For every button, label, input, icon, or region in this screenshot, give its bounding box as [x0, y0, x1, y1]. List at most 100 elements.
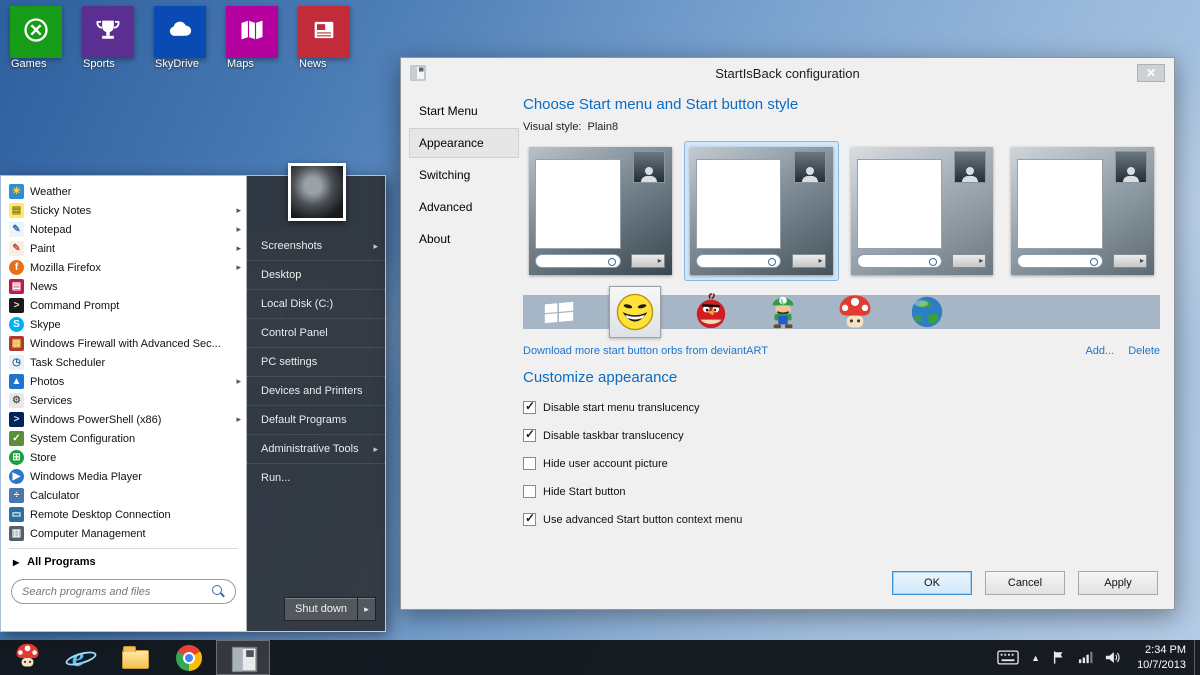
start-menu-item-notepad[interactable]: ✎Notepad — [1, 220, 246, 239]
tile-sports[interactable]: Sports — [82, 6, 134, 58]
internet-explorer-button[interactable]: e — [54, 640, 108, 675]
checkbox[interactable] — [523, 513, 536, 526]
awesome-smiley-orb[interactable] — [609, 286, 661, 338]
preview-shutdown-button — [952, 254, 986, 268]
start-menu-item-photos[interactable]: ▲Photos — [1, 372, 246, 391]
windows-logo-orb[interactable] — [537, 290, 581, 334]
nav-appearance[interactable]: Appearance — [409, 128, 519, 158]
start-menu-item-devices-printers[interactable]: Devices and Printers — [247, 377, 385, 406]
style-thumbnail-3[interactable] — [845, 141, 1000, 281]
nav-advanced[interactable]: Advanced — [409, 192, 519, 222]
start-menu-item-pc-settings[interactable]: PC settings — [247, 348, 385, 377]
start-menu-preview — [529, 147, 672, 275]
start-menu-item-powershell[interactable]: >Windows PowerShell (x86) — [1, 410, 246, 429]
search-box[interactable] — [11, 579, 236, 604]
start-menu-item-firefox[interactable]: fMozilla Firefox — [1, 258, 246, 277]
checkbox[interactable] — [523, 429, 536, 442]
start-menu-item-desktop[interactable]: Desktop — [247, 261, 385, 290]
start-button[interactable] — [0, 640, 54, 675]
network-icon[interactable] — [1078, 650, 1093, 665]
download-orbs-link[interactable]: Download more start button orbs from dev… — [523, 345, 768, 357]
start-menu-item-local-disk[interactable]: Local Disk (C:) — [247, 290, 385, 319]
option-hide-start-button[interactable]: Hide Start button — [523, 485, 1160, 498]
option-disable-startmenu-translucency[interactable]: Disable start menu translucency — [523, 401, 1160, 414]
titlebar[interactable]: StartIsBack configuration ✕ — [401, 58, 1174, 88]
start-menu-item-services[interactable]: ⚙Services — [1, 391, 246, 410]
start-menu-item-default-programs[interactable]: Default Programs — [247, 406, 385, 435]
start-menu-item-administrative-tools[interactable]: Administrative Tools — [247, 435, 385, 464]
globe-orb[interactable] — [905, 290, 949, 334]
command-prompt-icon: > — [9, 298, 24, 313]
super-mushroom-orb[interactable] — [833, 290, 877, 334]
tile-games[interactable]: Games — [10, 6, 62, 58]
start-menu-item-weather[interactable]: ☀Weather — [1, 182, 246, 201]
nav-switching[interactable]: Switching — [409, 160, 519, 190]
chrome-button[interactable] — [162, 640, 216, 675]
startisback-icon — [231, 646, 255, 670]
touch-keyboard-icon[interactable] — [997, 650, 1019, 665]
angry-bird-orb[interactable] — [689, 290, 733, 334]
start-menu-item-skype[interactable]: SSkype — [1, 315, 246, 334]
checkbox[interactable] — [523, 457, 536, 470]
mushroom-start-icon — [14, 642, 41, 674]
show-hidden-icons-chevron[interactable]: ▲ — [1031, 653, 1040, 663]
style-thumbnail-4[interactable] — [1005, 141, 1160, 281]
nav-start-menu[interactable]: Start Menu — [409, 96, 519, 126]
tile-skydrive[interactable]: SkyDrive — [154, 6, 206, 58]
remote-desktop-icon: ▭ — [9, 507, 24, 522]
show-desktop-button[interactable] — [1194, 640, 1200, 675]
tile-maps[interactable]: Maps — [226, 6, 278, 58]
style-thumbnail-1[interactable] — [523, 141, 678, 281]
shutdown-options-arrow[interactable]: ▸ — [358, 597, 376, 621]
style-thumbnail-2[interactable] — [684, 141, 839, 281]
start-menu-item-task-scheduler[interactable]: ◷Task Scheduler — [1, 353, 246, 372]
start-menu-preview — [690, 147, 833, 275]
option-hide-user-account-picture[interactable]: Hide user account picture — [523, 457, 1160, 470]
visual-style-row: Visual style: Plain8 — [523, 121, 1160, 133]
apply-button[interactable]: Apply — [1078, 571, 1158, 595]
preview-search-box — [857, 254, 943, 268]
shutdown-button[interactable]: Shut down — [284, 597, 358, 621]
start-menu-item-computer-management[interactable]: ▥Computer Management — [1, 524, 246, 543]
start-menu-item-sticky-notes[interactable]: ▤Sticky Notes — [1, 201, 246, 220]
firefox-icon: f — [9, 260, 24, 275]
visual-style-value[interactable]: Plain8 — [588, 121, 619, 133]
start-menu-item-media-player[interactable]: ▶Windows Media Player — [1, 467, 246, 486]
user-avatar[interactable] — [288, 163, 346, 221]
action-center-flag-icon[interactable] — [1052, 650, 1066, 665]
start-menu-item-screenshots[interactable]: Screenshots — [247, 232, 385, 261]
start-menu-item-paint[interactable]: ✎Paint — [1, 239, 246, 258]
start-menu-item-news[interactable]: ▤News — [1, 277, 246, 296]
start-menu-item-firewall[interactable]: ▦Windows Firewall with Advanced Sec... — [1, 334, 246, 353]
start-menu-item-system-configuration[interactable]: ✓System Configuration — [1, 429, 246, 448]
volume-icon[interactable] — [1105, 650, 1121, 665]
start-menu-item-calculator[interactable]: ÷Calculator — [1, 486, 246, 505]
window-title: StartIsBack configuration — [715, 66, 860, 81]
add-orb-link[interactable]: Add... — [1085, 345, 1114, 357]
start-menu-item-control-panel[interactable]: Control Panel — [247, 319, 385, 348]
start-menu-item-run[interactable]: Run... — [247, 464, 385, 492]
checkbox[interactable] — [523, 485, 536, 498]
clock[interactable]: 2:34 PM 10/7/2013 — [1133, 643, 1186, 673]
option-advanced-context-menu[interactable]: Use advanced Start button context menu — [523, 513, 1160, 526]
checkbox[interactable] — [523, 401, 536, 414]
close-icon[interactable]: ✕ — [1137, 64, 1165, 82]
news-icon — [310, 16, 338, 49]
tile-news[interactable]: News — [298, 6, 350, 58]
start-menu-item-store[interactable]: ⊞Store — [1, 448, 246, 467]
visual-style-label: Visual style: — [523, 121, 582, 133]
start-menu-item-command-prompt[interactable]: >Command Prompt — [1, 296, 246, 315]
calculator-icon: ÷ — [9, 488, 24, 503]
cancel-button[interactable]: Cancel — [985, 571, 1065, 595]
nav-about[interactable]: About — [409, 224, 519, 254]
luigi-orb[interactable]: L — [761, 290, 805, 334]
delete-orb-link[interactable]: Delete — [1128, 345, 1160, 357]
option-disable-taskbar-translucency[interactable]: Disable taskbar translucency — [523, 429, 1160, 442]
start-menu-preview — [1011, 147, 1154, 275]
file-explorer-button[interactable] — [108, 640, 162, 675]
startisback-taskbar-button[interactable] — [216, 640, 270, 675]
ok-button[interactable]: OK — [892, 571, 972, 595]
search-input[interactable] — [22, 586, 206, 598]
start-menu-item-remote-desktop[interactable]: ▭Remote Desktop Connection — [1, 505, 246, 524]
all-programs-button[interactable]: ▶ All Programs — [1, 549, 246, 575]
